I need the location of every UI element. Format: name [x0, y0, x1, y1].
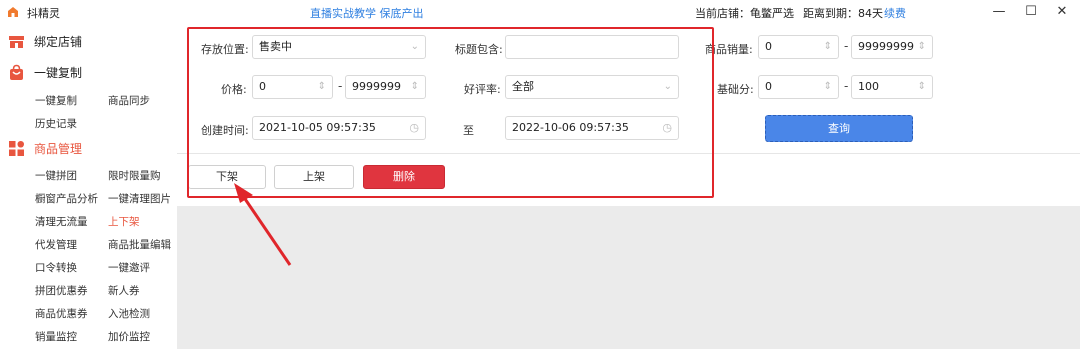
- sales-label: 商品销量:: [705, 43, 753, 56]
- delete-button[interactable]: 删除: [363, 165, 445, 189]
- sidebar-subitem[interactable]: 销量监控: [35, 329, 77, 344]
- stepper-icon[interactable]: ⇕: [824, 36, 832, 58]
- minimize-button[interactable]: —: [990, 4, 1008, 20]
- created-time-label: 创建时间:: [201, 124, 249, 137]
- base-max-input[interactable]: 100 ⇕: [851, 75, 933, 99]
- sidebar-subitem[interactable]: 限时限量购: [108, 168, 161, 183]
- stepper-icon[interactable]: ⇕: [318, 76, 326, 98]
- storage-select[interactable]: 售卖中 ⌄: [252, 35, 426, 59]
- take-down-button[interactable]: 下架: [188, 165, 266, 189]
- sidebar-subitem[interactable]: 商品优惠券: [35, 306, 88, 321]
- clock-icon[interactable]: ◷: [662, 117, 672, 139]
- sidebar-subitem[interactable]: 一键复制: [35, 93, 77, 108]
- created-from-input[interactable]: 2021-10-05 09:57:35 ◷: [252, 116, 426, 140]
- sidebar-item-label: 商品管理: [34, 141, 83, 156]
- maximize-button[interactable]: ☐: [1022, 4, 1040, 20]
- to-label: 至: [463, 124, 474, 137]
- title-input[interactable]: [505, 35, 679, 59]
- sidebar-subitem[interactable]: 加价监控: [108, 329, 150, 344]
- close-button[interactable]: ✕: [1053, 4, 1071, 20]
- renew-link[interactable]: 续费: [884, 5, 906, 21]
- divider: [177, 153, 1080, 154]
- stepper-icon[interactable]: ⇕: [824, 76, 832, 98]
- sales-min-input[interactable]: 0 ⇕: [758, 35, 839, 59]
- sidebar-subitem[interactable]: 一键邀评: [108, 260, 150, 275]
- query-button[interactable]: 查询: [765, 115, 913, 142]
- sidebar-item-bind-store[interactable]: 绑定店铺: [8, 31, 82, 51]
- price-max-input[interactable]: 9999999 ⇕: [345, 75, 426, 99]
- store-icon: [9, 35, 24, 48]
- price-label: 价格:: [221, 83, 247, 96]
- stepper-icon[interactable]: ⇕: [918, 36, 926, 58]
- sidebar-subitem-active[interactable]: 上下架: [108, 214, 140, 229]
- sidebar-subitem[interactable]: 一键清理图片: [108, 191, 171, 206]
- sidebar-subitem[interactable]: 入池检测: [108, 306, 150, 321]
- stepper-icon[interactable]: ⇕: [411, 76, 419, 98]
- sidebar-subitem[interactable]: 橱窗产品分析: [35, 191, 98, 206]
- sidebar-item-label: 绑定店铺: [34, 34, 83, 49]
- price-min-input[interactable]: 0 ⇕: [252, 75, 333, 99]
- sidebar-subitem[interactable]: 商品批量编辑: [108, 237, 171, 252]
- put-up-button[interactable]: 上架: [274, 165, 354, 189]
- range-dash: -: [338, 79, 343, 93]
- title-label: 标题包含:: [455, 43, 503, 56]
- sidebar-item-one-click-copy[interactable]: 一键复制: [8, 62, 82, 82]
- sidebar: 绑定店铺 一键复制 一键复制 商品同步 历史记录 商品管理 一键拼团 限时限量购…: [0, 26, 177, 349]
- sidebar-subitem[interactable]: 历史记录: [35, 116, 77, 131]
- shopping-bag-icon: [10, 64, 23, 80]
- main-panel: 存放位置: 售卖中 ⌄ 标题包含: 商品销量: 0 ⇕ - 99999999 ⇕…: [177, 26, 1080, 349]
- range-dash: -: [844, 79, 849, 93]
- grid-icon: [9, 140, 24, 156]
- promo-link[interactable]: 直播实战教学 保底产出: [310, 5, 424, 21]
- sidebar-subitem[interactable]: 代发管理: [35, 237, 77, 252]
- rating-label: 好评率:: [464, 83, 501, 96]
- sales-max-input[interactable]: 99999999 ⇕: [851, 35, 933, 59]
- created-to-input[interactable]: 2022-10-06 09:57:35 ◷: [505, 116, 679, 140]
- base-score-label: 基础分:: [717, 83, 754, 96]
- sidebar-subitem[interactable]: 清理无流量: [35, 214, 88, 229]
- sidebar-item-label: 一键复制: [34, 65, 83, 80]
- sidebar-subitem[interactable]: 拼团优惠券: [35, 283, 88, 298]
- sidebar-item-goods-manage[interactable]: 商品管理: [8, 138, 82, 158]
- sidebar-subitem[interactable]: 口令转换: [35, 260, 77, 275]
- current-store-label: 当前店铺：龟鳖严选: [695, 7, 794, 20]
- app-title: 抖精灵: [27, 7, 60, 20]
- chevron-down-icon: ⌄: [663, 81, 672, 92]
- storage-label: 存放位置:: [201, 43, 249, 56]
- base-min-input[interactable]: 0 ⇕: [758, 75, 839, 99]
- stepper-icon[interactable]: ⇕: [918, 76, 926, 98]
- app-logo-icon: [8, 7, 18, 17]
- sidebar-subitem[interactable]: 新人券: [108, 283, 140, 298]
- rating-select[interactable]: 全部 ⌄: [505, 75, 679, 99]
- results-area: [177, 206, 1080, 349]
- sidebar-subitem[interactable]: 一键拼团: [35, 168, 77, 183]
- sidebar-subitem[interactable]: 商品同步: [108, 93, 150, 108]
- chevron-down-icon: ⌄: [410, 41, 419, 52]
- range-dash: -: [844, 39, 849, 53]
- expiry-label: 距离到期：84天: [803, 7, 883, 20]
- title-bar: 抖精灵 直播实战教学 保底产出 当前店铺：龟鳖严选 距离到期：84天 续费 — …: [0, 0, 1080, 26]
- clock-icon[interactable]: ◷: [409, 117, 419, 139]
